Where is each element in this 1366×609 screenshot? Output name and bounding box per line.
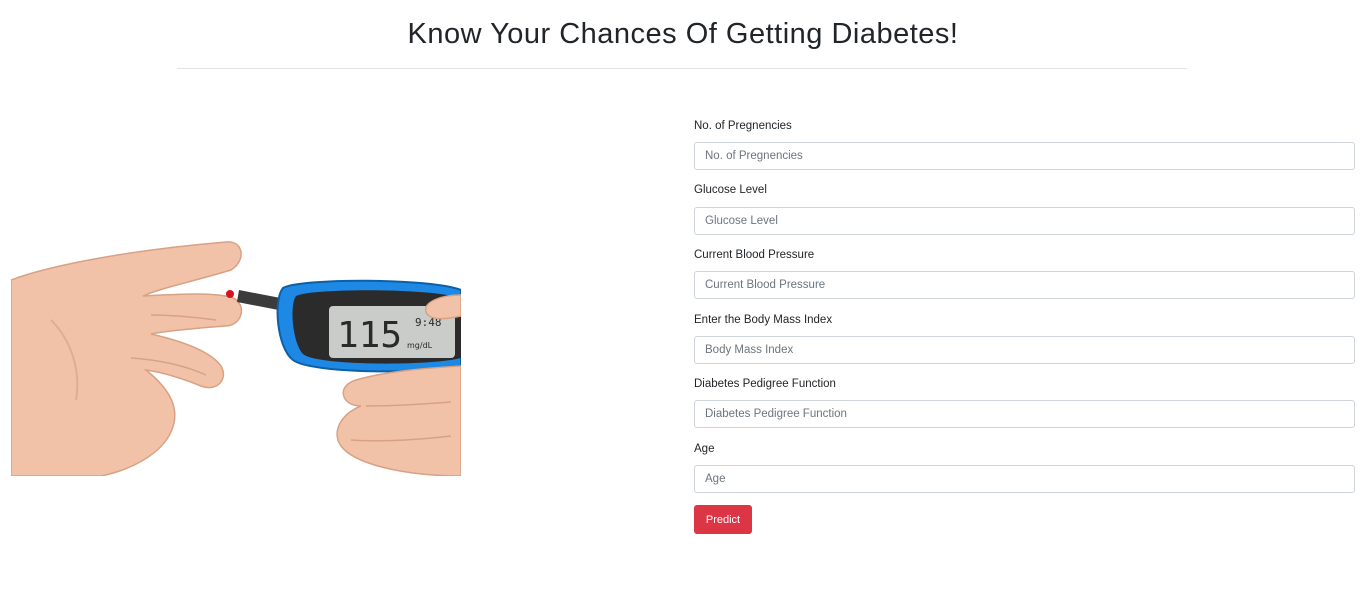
bmi-label: Enter the Body Mass Index [694,314,833,326]
pregnancies-input[interactable] [694,142,1355,170]
blood-pressure-label: Current Blood Pressure [694,249,815,261]
glucose-input[interactable] [694,207,1355,235]
title-divider [177,68,1187,69]
pedigree-label: Diabetes Pedigree Function [694,378,836,390]
meter-unit: mg/dL [407,341,433,350]
glucose-label: Glucose Level [694,184,767,196]
pedigree-input[interactable] [694,400,1355,428]
meter-reading: 115 [337,315,402,356]
age-input[interactable] [694,465,1355,493]
blood-pressure-input[interactable] [694,271,1355,299]
bmi-input[interactable] [694,336,1355,364]
glucose-meter-image: 115 9:48 mg/dL [10,241,462,477]
blood-drop [226,290,234,298]
left-hand [10,241,243,477]
predict-button[interactable]: Predict [694,505,752,534]
right-hand [336,365,462,477]
age-label: Age [694,443,715,455]
glucose-meter-illustration: 115 9:48 mg/dL [10,170,462,477]
pregnancies-label: No. of Pregnencies [694,120,792,132]
page-title: Know Your Chances Of Getting Diabetes! [407,18,959,50]
